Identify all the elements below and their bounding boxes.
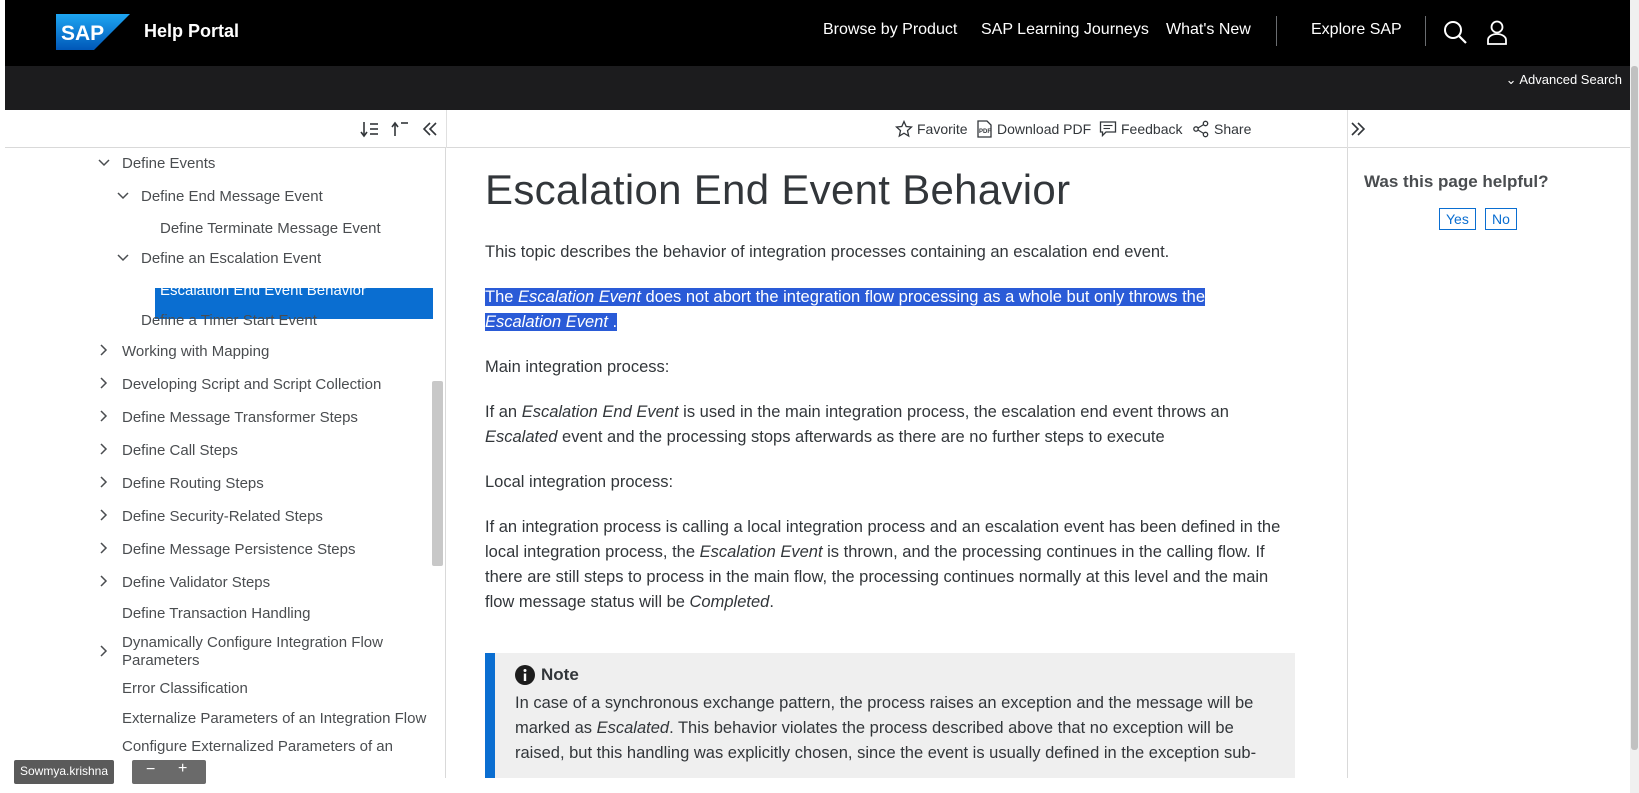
chevron-right-icon[interactable] <box>97 442 111 456</box>
sidebar-item-define-events[interactable]: Define Events <box>122 155 215 173</box>
local-process-heading: Local integration process: <box>485 473 674 491</box>
sidebar-item-message-transformer-steps[interactable]: Define Message Transformer Steps <box>122 409 358 427</box>
chevron-down-icon[interactable] <box>116 251 130 265</box>
zoom-in-button[interactable]: + <box>178 760 187 778</box>
sidebar-item-working-with-mapping[interactable]: Working with Mapping <box>122 343 269 361</box>
portal-title[interactable]: Help Portal <box>144 21 239 42</box>
no-button[interactable]: No <box>1485 208 1517 230</box>
star-icon <box>895 120 913 138</box>
chevron-right-icon[interactable] <box>97 644 111 658</box>
sidebar-item-escalation-end-event-behavior[interactable]: Escalation End Event Behavior <box>160 282 366 300</box>
svg-text:SAP: SAP <box>61 22 104 45</box>
pdf-icon: PDF <box>977 120 992 138</box>
feedback-icon <box>1099 121 1117 138</box>
sidebar-item-define-terminate-message-event[interactable]: Define Terminate Message Event <box>160 220 381 238</box>
sidebar-item-define-escalation-event[interactable]: Define an Escalation Event <box>141 250 321 268</box>
note-box: Note In case of a synchronous exchange p… <box>485 653 1295 778</box>
user-name-tag: Sowmya.krishna <box>14 760 115 784</box>
chevron-down-icon[interactable] <box>97 156 111 170</box>
nav-divider <box>1276 16 1277 46</box>
zoom-out-button[interactable]: − <box>146 761 155 779</box>
sidebar-item-define-timer-start-event[interactable]: Define a Timer Start Event <box>141 312 317 330</box>
sidebar-item-validator-steps[interactable]: Define Validator Steps <box>122 574 270 592</box>
collapse-sidebar-icon[interactable] <box>420 119 440 139</box>
download-pdf-button[interactable]: PDF Download PDF <box>975 120 1091 138</box>
note-title: Note <box>515 665 579 685</box>
chevron-down-icon: ⌄ <box>1505 72 1517 87</box>
sidebar-item-configure-externalized[interactable]: Configure Externalized Parameters of an <box>122 738 393 756</box>
share-icon <box>1193 120 1209 138</box>
expand-right-panel-icon[interactable] <box>1348 119 1368 139</box>
chevron-down-icon[interactable] <box>116 189 130 203</box>
chevron-right-icon[interactable] <box>97 376 111 390</box>
search-icon[interactable] <box>1442 19 1468 45</box>
document-toolbar: Favorite PDF Download PDF Feedback Share <box>5 110 1630 148</box>
main-process-paragraph: If an Escalation End Event is used in th… <box>485 403 1229 446</box>
share-button[interactable]: Share <box>1192 120 1251 138</box>
sidebar-tree: Define Events Define End Message Event D… <box>5 148 446 778</box>
expand-all-icon[interactable] <box>360 119 380 139</box>
chevron-right-icon[interactable] <box>97 574 111 588</box>
helpful-question: Was this page helpful? <box>1364 172 1549 191</box>
user-icon[interactable] <box>1484 19 1510 45</box>
sap-logo[interactable]: SAP <box>56 14 130 50</box>
sidebar-item-dynamically-configure[interactable]: Dynamically Configure Integration Flow P… <box>122 634 422 670</box>
sidebar-item-call-steps[interactable]: Define Call Steps <box>122 442 238 460</box>
sidebar-item-define-end-message-event[interactable]: Define End Message Event <box>141 188 323 206</box>
page-title: Escalation End Event Behavior <box>485 166 1071 213</box>
info-icon <box>515 665 535 685</box>
sidebar-item-security-related-steps[interactable]: Define Security-Related Steps <box>122 508 323 526</box>
sidebar-item-error-classification[interactable]: Error Classification <box>122 680 248 698</box>
feedback-panel: Was this page helpful? Yes No <box>1347 148 1630 778</box>
sidebar-scrollbar[interactable] <box>432 381 443 566</box>
chevron-right-icon[interactable] <box>97 343 111 357</box>
svg-text:PDF: PDF <box>979 129 991 135</box>
nav-divider <box>1425 16 1426 46</box>
toolbar-divider <box>1347 110 1348 148</box>
favorite-button[interactable]: Favorite <box>895 120 968 138</box>
main-process-heading: Main integration process: <box>485 358 670 376</box>
nav-learning-journeys[interactable]: SAP Learning Journeys <box>981 21 1149 39</box>
advanced-search-link[interactable]: ⌄ Advanced Search <box>1506 72 1622 88</box>
feedback-button[interactable]: Feedback <box>1099 120 1182 138</box>
sidebar-item-routing-steps[interactable]: Define Routing Steps <box>122 475 264 493</box>
note-body: In case of a synchronous exchange patter… <box>515 694 1257 762</box>
nav-browse-by-product[interactable]: Browse by Product <box>823 21 957 39</box>
selected-paragraph: The Escalation Event does not abort the … <box>485 288 1206 331</box>
collapse-all-icon[interactable] <box>390 119 410 139</box>
toolbar-divider <box>446 110 447 148</box>
top-header: SAP Help Portal Browse by Product SAP Le… <box>5 0 1630 66</box>
local-process-paragraph: If an integration process is calling a l… <box>485 518 1281 611</box>
sidebar-item-developing-script[interactable]: Developing Script and Script Collection <box>122 376 381 394</box>
nav-explore-sap[interactable]: Explore SAP <box>1311 21 1402 39</box>
yes-button[interactable]: Yes <box>1439 208 1476 230</box>
chevron-right-icon[interactable] <box>97 409 111 423</box>
window-scrollbar-thumb[interactable] <box>1631 66 1638 750</box>
sidebar-item-transaction-handling[interactable]: Define Transaction Handling <box>122 605 310 623</box>
search-bar-area: ⌄ Advanced Search <box>5 66 1630 110</box>
zoom-controls: − + <box>132 760 206 784</box>
chevron-right-icon[interactable] <box>97 541 111 555</box>
nav-whats-new[interactable]: What's New <box>1166 21 1251 39</box>
sidebar-item-message-persistence-steps[interactable]: Define Message Persistence Steps <box>122 541 355 559</box>
intro-paragraph: This topic describes the behavior of int… <box>485 243 1170 261</box>
article-content: Escalation End Event Behavior This topic… <box>447 148 1347 778</box>
chevron-right-icon[interactable] <box>97 475 111 489</box>
chevron-right-icon[interactable] <box>97 508 111 522</box>
sidebar-item-externalize-parameters[interactable]: Externalize Parameters of an Integration… <box>122 710 426 728</box>
